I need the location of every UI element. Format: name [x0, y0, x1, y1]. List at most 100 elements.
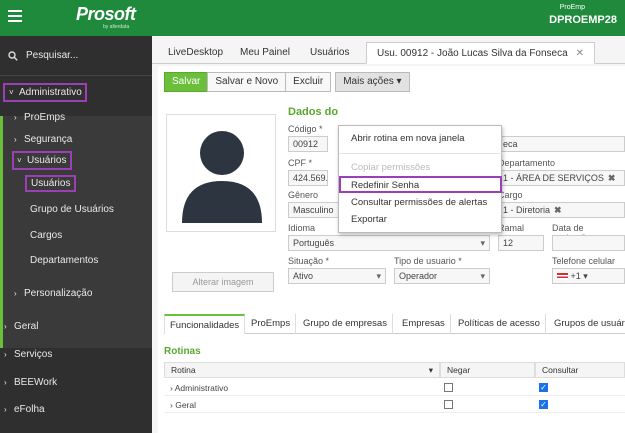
chevron-down-icon: ˅: [9, 88, 14, 97]
flag-icon[interactable]: [557, 273, 568, 281]
table-row[interactable]: › Administrativo ✓: [164, 380, 625, 396]
sidebar-item-personalizacao[interactable]: › Personalização: [14, 288, 92, 299]
departamento-field[interactable]: 1 - ÁREA DE SERVIÇOS ✖: [498, 170, 625, 186]
rotinas-title: Rotinas: [164, 346, 201, 357]
main-area: LiveDesktop Meu Painel Usuários Usu. 009…: [152, 36, 625, 433]
chevron-right-icon: ›: [4, 405, 7, 414]
menu-item-alert-permissions[interactable]: Consultar permissões de alertas: [351, 197, 487, 208]
chevron-right-icon: ›: [4, 350, 7, 359]
menu-item-copy-permissions: Copiar permissões: [351, 162, 431, 173]
chevron-right-icon: ›: [14, 135, 17, 144]
telefone-field[interactable]: +1 ▾: [552, 268, 625, 284]
departamento-label: Departamento: [498, 158, 556, 168]
save-new-button[interactable]: Salvar e Novo: [207, 72, 287, 92]
tab-grupos-usuarios[interactable]: Grupos de usuár: [549, 314, 625, 334]
close-icon[interactable]: ✕: [576, 48, 584, 59]
ramal-field[interactable]: 12: [498, 235, 544, 251]
table-row[interactable]: › Geral ✓: [164, 397, 625, 413]
tab-usuarios[interactable]: Usuários: [310, 42, 349, 64]
logo: Prosoft: [76, 4, 136, 24]
section-title: Dados do: [288, 106, 339, 118]
tab-politicas[interactable]: Políticas de acesso: [453, 314, 546, 334]
tab-bar: LiveDesktop Meu Painel Usuários Usu. 009…: [152, 42, 625, 64]
sidebar-item-proemps[interactable]: › ProEmps: [14, 112, 65, 123]
sidebar-subitem-cargos[interactable]: Cargos: [30, 230, 62, 241]
expand-icon[interactable]: ›: [164, 400, 173, 410]
chevron-right-icon: ›: [14, 289, 17, 298]
chevron-right-icon: ›: [14, 113, 17, 122]
cpf-label: CPF *: [288, 158, 313, 168]
more-actions-menu: Abrir rotina em nova janela Copiar permi…: [338, 125, 503, 233]
menu-icon[interactable]: [8, 10, 22, 24]
sidebar-subitem-usuarios[interactable]: Usuários: [25, 175, 76, 192]
more-actions-button[interactable]: Mais ações ▾: [335, 72, 410, 92]
genero-label: Gênero: [288, 190, 319, 200]
negar-checkbox[interactable]: [444, 400, 453, 409]
idioma-label: Idioma: [288, 223, 316, 233]
tab-empresas[interactable]: Empresas: [397, 314, 451, 334]
environment-label: ProEmp: [559, 4, 585, 11]
telefone-label: Telefone celular: [552, 256, 616, 266]
avatar: [166, 114, 276, 232]
chevron-right-icon: ›: [4, 378, 7, 387]
tab-meu-painel[interactable]: Meu Painel: [240, 42, 290, 64]
detail-tabs: Funcionalidades ProEmps Grupo de empresa…: [164, 314, 625, 334]
menu-divider: [339, 153, 503, 154]
chevron-right-icon: ›: [4, 322, 7, 331]
content-panel: Salvar Salvar e Novo Excluir Mais ações …: [158, 66, 625, 433]
tab-usuario-detail[interactable]: Usu. 00912 - João Lucas Silva da Fonseca…: [366, 42, 596, 64]
clear-icon[interactable]: ✖: [608, 173, 616, 183]
sidebar-subitem-grupo-usuarios[interactable]: Grupo de Usuários: [30, 204, 114, 215]
sidebar-item-usuarios[interactable]: ˅ Usuários: [12, 151, 72, 170]
filter-icon[interactable]: ▾: [429, 363, 433, 377]
expand-icon[interactable]: ›: [164, 383, 173, 393]
nome-field[interactable]: eca: [498, 136, 625, 152]
negar-checkbox[interactable]: [444, 383, 453, 392]
tab-proemps[interactable]: ProEmps: [246, 314, 297, 334]
sidebar-item-geral[interactable]: › Geral: [4, 321, 38, 332]
consultar-checkbox[interactable]: ✓: [539, 383, 548, 392]
tipo-select[interactable]: Operador: [394, 268, 490, 284]
menu-item-open-new-window[interactable]: Abrir rotina em nova janela: [351, 133, 465, 144]
cargo-field[interactable]: 1 - Diretoria ✖: [498, 202, 625, 218]
situacao-select[interactable]: Ativo: [288, 268, 386, 284]
chevron-down-icon: ˅: [17, 156, 22, 165]
col-header-consultar: Consultar: [535, 362, 625, 378]
expiracao-field[interactable]: [552, 235, 625, 251]
codigo-field[interactable]: 00912: [288, 136, 328, 152]
search-icon: [8, 50, 18, 61]
search-placeholder: Pesquisar...: [26, 50, 79, 61]
col-header-negar: Negar: [440, 362, 535, 378]
sidebar-item-beework[interactable]: › BEEWork: [4, 377, 57, 388]
caret-down-icon: ▾: [396, 76, 402, 87]
menu-item-reset-password[interactable]: Redefinir Senha: [351, 180, 419, 191]
tab-livedesktop[interactable]: LiveDesktop: [168, 42, 223, 64]
consultar-checkbox[interactable]: ✓: [539, 400, 548, 409]
caret-down-icon: ▾: [583, 271, 588, 281]
user-silhouette-icon: [182, 131, 262, 223]
menu-item-export[interactable]: Exportar: [351, 214, 387, 225]
tab-funcionalidades[interactable]: Funcionalidades: [164, 314, 246, 334]
situacao-label: Situação *: [288, 256, 330, 266]
logo-subtitle: by alterdata: [103, 24, 130, 30]
clear-icon[interactable]: ✖: [554, 205, 562, 215]
sidebar-item-seguranca[interactable]: › Segurança: [14, 134, 72, 145]
idioma-select[interactable]: Português: [288, 235, 490, 251]
change-image-button[interactable]: Alterar imagem: [172, 272, 274, 292]
sidebar-item-servicos[interactable]: › Serviços: [4, 349, 52, 360]
top-header: Prosoft by alterdata ProEmp DPROEMP28: [0, 0, 625, 36]
codigo-label: Código *: [288, 124, 323, 134]
sidebar-item-efolha[interactable]: › eFolha: [4, 404, 45, 415]
toolbar: Salvar Salvar e Novo Excluir Mais ações …: [164, 72, 410, 92]
save-button[interactable]: Salvar: [164, 72, 209, 92]
tab-grupo-empresas[interactable]: Grupo de empresas: [298, 314, 393, 334]
tipo-label: Tipo de usuario *: [394, 256, 462, 266]
sidebar: Pesquisar... ˅ Administrativo › ProEmps › S…: [0, 36, 152, 433]
col-header-rotina[interactable]: Rotina ▾: [164, 362, 440, 378]
sidebar-search[interactable]: Pesquisar...: [0, 36, 152, 76]
cpf-field[interactable]: 424.569.6: [288, 170, 328, 186]
delete-button[interactable]: Excluir: [285, 72, 332, 92]
environment-code: DPROEMP28: [549, 14, 617, 26]
sidebar-subitem-departamentos[interactable]: Departamentos: [30, 255, 98, 266]
sidebar-item-administrativo[interactable]: ˅ Administrativo: [3, 83, 87, 102]
